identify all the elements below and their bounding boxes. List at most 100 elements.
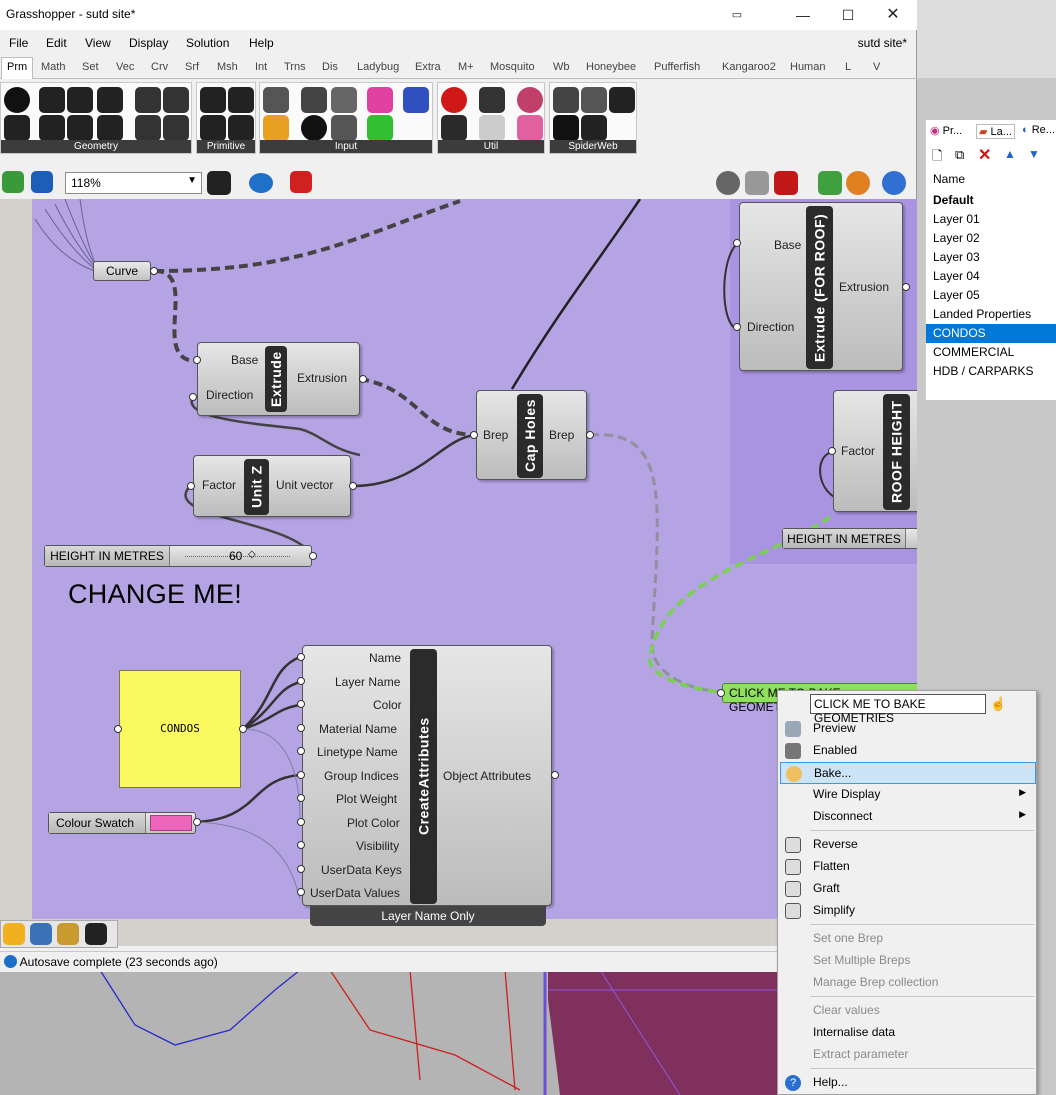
height-slider[interactable]: HEIGHT IN METRES 60 ◇ [44,545,312,567]
roof-direction-grip[interactable] [733,323,741,331]
attr-material-grip[interactable] [297,724,305,732]
cap-holes-component[interactable]: Brep Cap Holes Brep [476,390,587,480]
tab-pufferfish[interactable]: Pufferfish [654,61,700,73]
tab-trns[interactable]: Trns [284,61,306,73]
delete-layer-icon[interactable]: ✕ [978,145,991,165]
preview-off-icon[interactable] [716,171,740,195]
minimize-icon[interactable]: — [788,4,818,26]
extrude-output-grip[interactable] [359,375,367,383]
swatch-icon[interactable] [403,87,429,113]
roof-height-grip[interactable] [828,447,836,455]
maximize-icon[interactable]: ☐ [833,4,863,26]
cherry-icon[interactable] [441,87,467,113]
tab-human[interactable]: Human [790,61,825,73]
new-sublayer-icon[interactable]: ⧉ [955,147,964,163]
mesh-icon[interactable] [163,115,189,141]
slider-output-grip[interactable] [309,552,317,560]
menu-display[interactable]: Display [129,36,168,50]
tab-properties[interactable]: ◉ Pr... [930,124,962,137]
arrow-outline-icon[interactable] [479,115,505,141]
magnet-icon[interactable] [57,923,79,945]
arrow-right-icon[interactable] [479,87,505,113]
menu-graft[interactable]: Graft [780,878,1036,900]
menu-internalise-data[interactable]: Internalise data [780,1022,1036,1044]
tab-extra[interactable]: Extra [415,61,441,73]
roof-base-grip[interactable] [733,239,741,247]
text-icon[interactable] [228,115,254,141]
create-attributes-component[interactable]: CreateAttributes Name Layer Name Color M… [302,645,552,906]
gradient-icon[interactable] [367,87,393,113]
circle-icon[interactable] [39,87,65,113]
rectangle-icon[interactable] [97,115,123,141]
tab-v[interactable]: V [873,61,880,73]
tab-layers[interactable]: ▰ La... [976,124,1015,139]
tab-vec[interactable]: Vec [116,61,134,73]
text-panel[interactable]: CONDOS [119,670,241,788]
slider-widget-icon[interactable] [3,923,25,945]
number-icon[interactable] [200,115,226,141]
web-icon[interactable] [553,87,579,113]
menu-preview[interactable]: Preview [780,718,1036,740]
attr-group-grip[interactable] [297,771,305,779]
new-layer-icon[interactable]: 🗋 [932,147,942,169]
attr-name-grip[interactable] [297,653,305,661]
surface-icon[interactable] [135,115,161,141]
geometry-icon[interactable] [4,115,30,141]
menu-file[interactable]: File [9,36,28,50]
tab-int[interactable]: Int [255,61,267,73]
capholes-output-grip[interactable] [586,431,594,439]
menu-enabled[interactable]: Enabled [780,740,1036,762]
attr-plotweight-grip[interactable] [297,794,305,802]
preview-selected-icon[interactable] [818,171,842,195]
menu-disconnect[interactable]: Disconnect ▶ [780,806,1036,828]
menu-bake[interactable]: Bake... [780,762,1036,784]
layer-03[interactable]: Layer 03 [926,248,1056,267]
galapagos-icon[interactable] [517,87,543,113]
tab-render[interactable]: ◐ Re... [1022,124,1055,136]
swatch-output-grip[interactable] [193,818,201,826]
menu-simplify[interactable]: Simplify [780,900,1036,922]
move-up-icon[interactable]: ▲ [1004,147,1016,161]
menu-help[interactable]: ? Help... [780,1072,1036,1094]
layer-commercial[interactable]: COMMERCIAL [926,343,1056,362]
toggle-icon[interactable] [301,87,327,113]
voronoi-icon[interactable] [581,115,607,141]
tab-honeybee[interactable]: Honeybee [586,61,636,73]
rhino-viewport[interactable] [0,970,780,1095]
attr-linetype-grip[interactable] [297,747,305,755]
menu-solution[interactable]: Solution [186,36,229,50]
capholes-input-grip[interactable] [470,431,478,439]
line-icon[interactable] [39,115,65,141]
attr-plotcolor-grip[interactable] [297,818,305,826]
colour-swatch[interactable]: Colour Swatch [48,812,196,834]
menu-reverse[interactable]: Reverse [780,834,1036,856]
graph-mapper-icon[interactable] [331,87,357,113]
tab-set[interactable]: Set [82,61,99,73]
tab-prm[interactable]: Prm [1,57,34,79]
tab-crv[interactable]: Crv [151,61,168,73]
layer-condos[interactable]: CONDOS [926,324,1056,343]
layer-04[interactable]: Layer 04 [926,267,1056,286]
component-name-field[interactable]: CLICK ME TO BAKE GEOMETRIES [810,694,986,725]
point-icon[interactable] [4,87,30,113]
menu-clear-values[interactable]: Clear values [780,1000,1036,1022]
hexagon-icon[interactable] [85,923,107,945]
tab-kangaroo2[interactable]: Kangaroo2 [722,61,776,73]
brep-icon[interactable] [163,87,189,113]
layer-01[interactable]: Layer 01 [926,210,1056,229]
tab-dis[interactable]: Dis [322,61,338,73]
layer-hdb-carparks[interactable]: HDB / CARPARKS [926,362,1056,381]
roof-slider[interactable]: HEIGHT IN METRES [782,528,917,549]
tree-icon[interactable] [441,115,467,141]
create-attr-footer[interactable]: Layer Name Only [310,906,546,926]
mesh-settings-icon[interactable] [882,171,906,195]
slider-icon[interactable] [263,115,289,141]
colour-swatch-color[interactable] [150,815,192,831]
box-icon[interactable] [135,87,161,113]
nodes-icon[interactable] [609,87,635,113]
boolean-icon[interactable] [200,87,226,113]
matrix-icon[interactable] [367,115,393,141]
extrude-direction-grip[interactable] [189,393,197,401]
menu-edit[interactable]: Edit [46,36,67,50]
unitz-output-grip[interactable] [349,482,357,490]
